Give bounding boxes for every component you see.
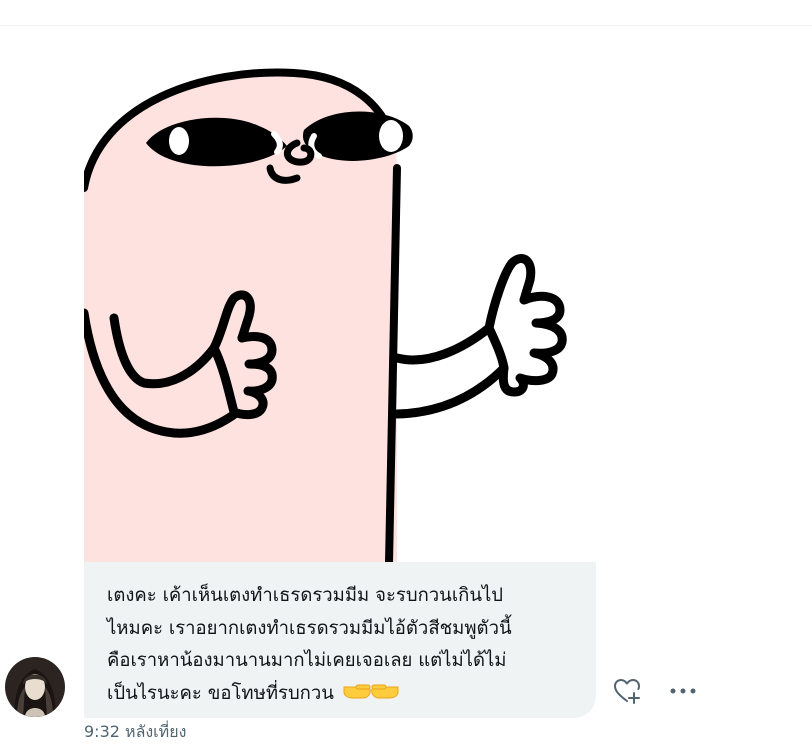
message-text-content: เตงคะ เค้าเห็นเตงทำเธรดรวมมีม จะรบกวนเกิ… [107,585,512,704]
message-timestamp: 9:32 หลังเที่ยง [84,722,187,741]
top-divider [0,25,812,26]
more-options-button[interactable] [666,678,700,704]
avatar-image [5,657,65,717]
pink-thumbs-up-meme-sticker [84,68,567,563]
avatar[interactable] [5,657,65,717]
add-reaction-button[interactable] [612,676,644,706]
dm-conversation-view: เตงคะ เค้าเห็นเตงทำเธรดรวมมีม จะรบกวนเกิ… [0,0,812,744]
more-options-icon [670,688,696,694]
pointing-hands-emoji-icon [342,679,400,715]
message-text: เตงคะ เค้าเห็นเตงทำเธรดรวมมีม จะรบกวนเกิ… [107,580,572,714]
message-bubble[interactable]: เตงคะ เค้าเห็นเตงทำเธรดรวมมีม จะรบกวนเกิ… [84,562,596,718]
add-reaction-heart-icon [614,679,640,704]
sticker-image[interactable] [84,48,600,563]
